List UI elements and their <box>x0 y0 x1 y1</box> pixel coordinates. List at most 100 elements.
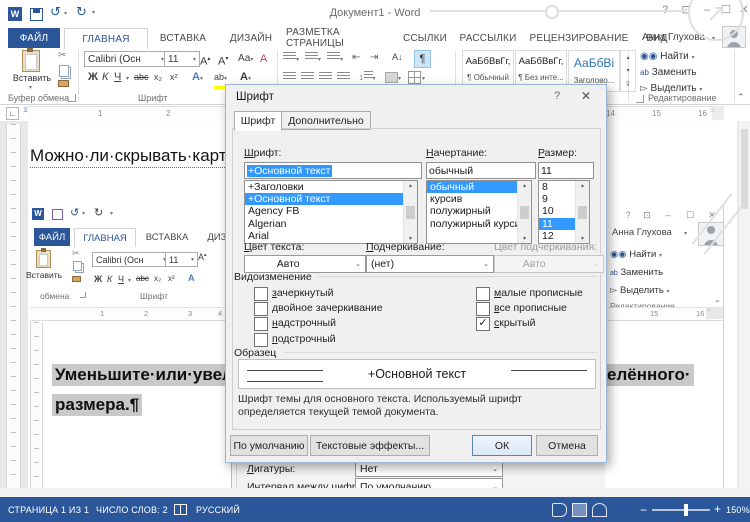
mini-grow-font-icon: А▴ <box>198 252 207 262</box>
selected-text-line1-end[interactable]: елённого· <box>604 364 694 386</box>
mini-cut-icon: ✂ <box>72 248 80 259</box>
text-color-label: Цвет текста: <box>244 241 304 253</box>
selected-text-line2[interactable]: размера.¶ <box>52 394 142 416</box>
mini-font-size: 11▾ <box>165 252 198 267</box>
embedded-image-edge <box>723 204 724 488</box>
zoom-slider-track[interactable] <box>652 509 710 511</box>
dialog-tab-font[interactable]: Шрифт <box>234 111 282 131</box>
mini-copy-icon <box>73 261 82 271</box>
font-dialog: Шрифт ? ✕ Шрифт Дополнительно Шрифт: Нач… <box>225 84 607 463</box>
mini-close: ✕ <box>706 209 718 221</box>
size-list[interactable]: 8 9 10 11 12 ▴▾ <box>538 180 590 244</box>
document-heading[interactable]: Можно·ли·скрывать·картин <box>30 146 245 168</box>
mini-redo-icon: ↻ <box>94 206 103 219</box>
web-layout-icon[interactable] <box>592 503 607 517</box>
style-list[interactable]: обычный курсив полужирный полужирный кур… <box>426 180 532 244</box>
read-mode-icon[interactable] <box>552 503 567 517</box>
mini-bold: Ж <box>94 274 102 284</box>
scroll-up-icon: ▴ <box>523 182 526 189</box>
cursor-icon: ▻ <box>610 285 617 296</box>
vertical-scrollbar[interactable] <box>739 121 750 488</box>
mini-format-painter-icon <box>72 276 81 282</box>
mini-select: ▻ Выделить ▾ <box>610 285 669 296</box>
effects-group-label: Видоизменение <box>234 271 312 283</box>
small-caps-checkbox[interactable] <box>476 287 490 301</box>
language-indicator[interactable]: РУССКИЙ <box>196 505 240 515</box>
subscript-checkbox[interactable] <box>254 333 268 347</box>
mini-right-indent-icon: ⌂ <box>707 307 711 313</box>
mini-clipboard-group-label: обмена <box>40 291 69 301</box>
mini-sup: x² <box>168 274 175 283</box>
underline-color-label: Цвет подчеркивания: <box>494 241 597 253</box>
mini-user-name: Анна Глухова <box>612 227 672 238</box>
size-input[interactable]: 11 <box>538 162 594 179</box>
zoom-in-icon[interactable]: + <box>714 502 721 516</box>
superscript-checkbox[interactable] <box>254 317 268 331</box>
all-caps-checkbox[interactable] <box>476 302 490 316</box>
zoom-out-icon[interactable]: − <box>640 503 647 517</box>
preview-text: +Основной текст <box>239 367 595 381</box>
cancel-button[interactable]: Отмена <box>536 435 598 456</box>
scrollbar-thumb[interactable] <box>741 129 748 209</box>
mini-replace: ab Заменить <box>610 267 663 278</box>
mini-find: ◉◉ Найти ▾ <box>610 249 662 260</box>
mini-sub: x₂ <box>154 274 161 283</box>
mini-tab-file: ФАЙЛ <box>34 228 70 246</box>
underline-color-dropdown: Авто⌄ <box>494 255 604 273</box>
underline-style-label: Подчеркивание: <box>366 241 445 253</box>
style-list-scrollbar[interactable]: ▴▾ <box>517 181 531 243</box>
size-label: Размер: <box>538 147 577 159</box>
mini-tab-home: ГЛАВНАЯ <box>74 228 136 247</box>
dialog-title: Шрифт <box>236 91 274 103</box>
mini-italic: К <box>107 274 112 284</box>
proofing-icon[interactable] <box>174 504 187 515</box>
set-default-button[interactable]: По умолчанию <box>230 435 308 456</box>
mini-paste-icon <box>36 250 51 268</box>
mini-ribbon-options: ⊡ <box>641 209 653 221</box>
font-list-scrollbar[interactable]: ▴▾ <box>403 181 417 243</box>
mini-undo-icon: ↺ <box>70 206 79 219</box>
mini-font-group-label: Шрифт <box>140 291 168 301</box>
underline-style-dropdown[interactable]: (нет)⌄ <box>366 255 494 273</box>
font-label: Шрифт: <box>244 147 281 159</box>
hidden-checkbox[interactable]: ✓ <box>476 317 490 331</box>
style-input[interactable]: обычный <box>426 162 536 179</box>
strikethrough-checkbox[interactable] <box>254 287 268 301</box>
preview-box: +Основной текст <box>238 359 596 389</box>
font-list[interactable]: +Заголовки +Основной текст Agency FB Alg… <box>244 180 418 244</box>
text-effects-button[interactable]: Текстовые эффекты... <box>310 435 430 456</box>
dialog-close-icon[interactable]: ✕ <box>581 89 591 103</box>
mini-paste-label: Вставить <box>26 270 62 280</box>
font-description: Шрифт темы для основного текста. Использ… <box>238 393 590 419</box>
ok-button[interactable]: ОК <box>472 435 532 456</box>
zoom-level[interactable]: 150% <box>726 505 750 515</box>
mini-font-name: Calibri (Осн▾ <box>92 252 170 267</box>
scroll-up-icon: ▴ <box>581 182 584 189</box>
scroll-up-icon: ▴ <box>409 182 412 189</box>
binoculars-icon: ◉◉ <box>610 249 627 260</box>
mini-underline: Ч <box>118 274 124 284</box>
mini-help: ? <box>622 209 634 221</box>
mini-qat-customize-icon: ▾ <box>110 210 113 217</box>
mini-tab-insert: ВСТАВКА <box>140 228 194 246</box>
page-indicator[interactable]: СТРАНИЦА 1 ИЗ 1 <box>8 505 89 515</box>
vertical-ruler[interactable] <box>6 124 21 488</box>
mini-save-icon <box>52 209 63 220</box>
font-input[interactable]: +Основной текст <box>244 162 422 179</box>
horizontal-scrollbar[interactable] <box>0 488 750 497</box>
dialog-help-icon[interactable]: ? <box>554 90 560 102</box>
mini-text-effects-icon: А <box>188 273 195 283</box>
preview-group-label: Образец <box>234 347 276 359</box>
mini-word-logo-icon: W <box>32 208 44 220</box>
word-count[interactable]: ЧИСЛО СЛОВ: 2 <box>96 505 168 515</box>
mini-vertical-ruler <box>30 322 43 488</box>
zoom-slider-thumb[interactable] <box>684 504 688 516</box>
print-layout-icon[interactable] <box>572 503 587 517</box>
checkmark-icon: ✓ <box>478 317 487 329</box>
mini-maximize: ☐ <box>684 209 696 221</box>
double-strikethrough-checkbox[interactable] <box>254 302 268 316</box>
replace-icon: ab <box>610 270 618 277</box>
mini-strike: abc <box>136 274 149 283</box>
mini-user-avatar <box>698 222 724 246</box>
size-list-scrollbar[interactable]: ▴▾ <box>575 181 589 243</box>
